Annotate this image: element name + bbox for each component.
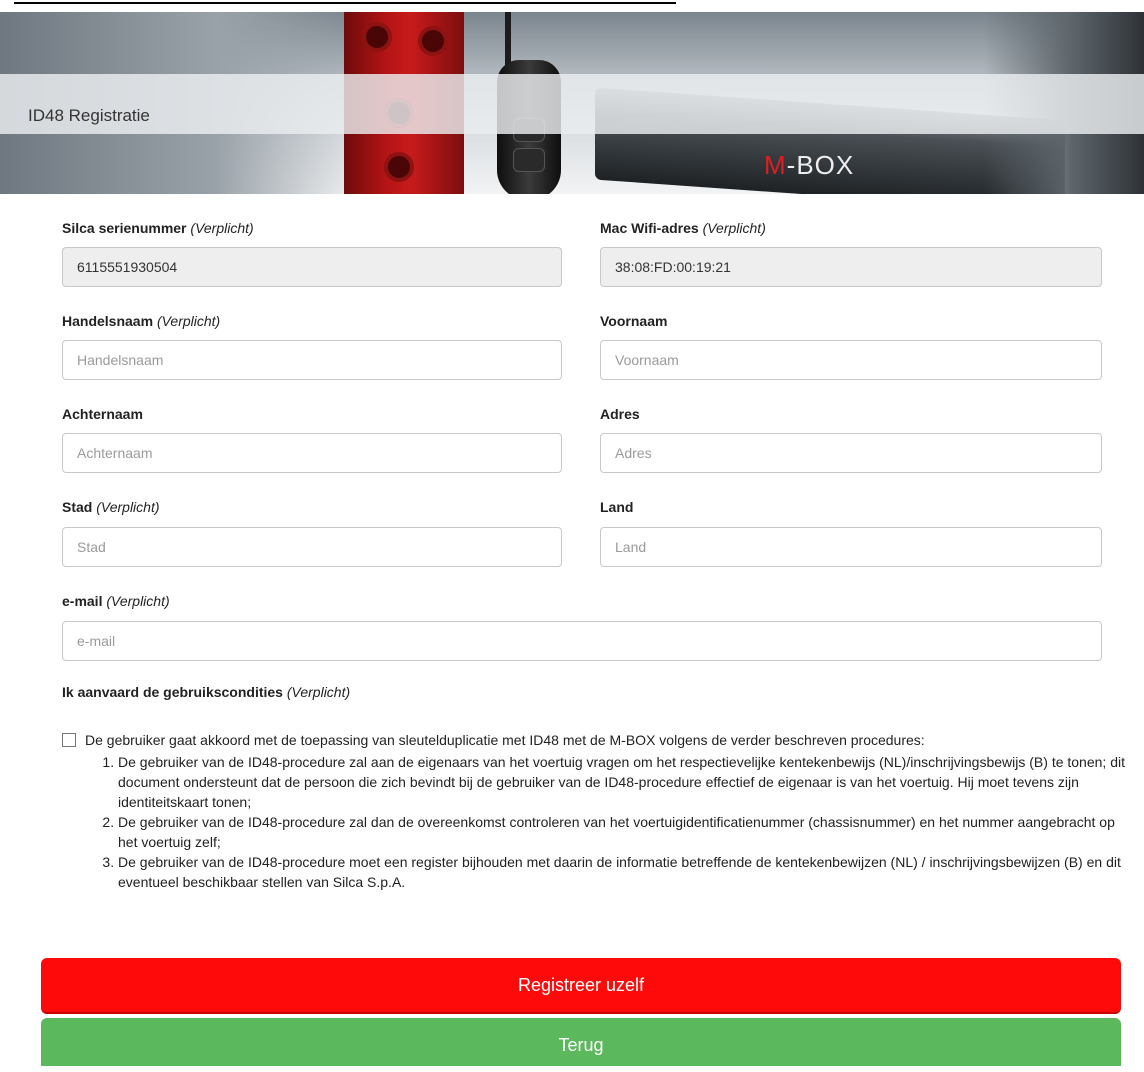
terms-checkbox[interactable] bbox=[62, 733, 76, 747]
first-name-label: Voornaam bbox=[600, 313, 668, 329]
mbox-logo: M-BOX bbox=[764, 150, 855, 180]
trade-name-input[interactable] bbox=[62, 340, 562, 380]
terms-item: De gebruiker van de ID48-procedure moet … bbox=[118, 852, 1134, 892]
city-label: Stad (Verplicht) bbox=[62, 499, 160, 515]
city-input[interactable] bbox=[62, 527, 562, 567]
serial-number-field bbox=[62, 247, 562, 287]
back-button[interactable]: Terug bbox=[41, 1018, 1121, 1066]
register-button[interactable]: Registreer uzelf bbox=[41, 958, 1121, 1014]
page-title: ID48 Registratie bbox=[28, 106, 150, 125]
last-name-input[interactable] bbox=[62, 433, 562, 473]
email-label: e-mail (Verplicht) bbox=[62, 593, 170, 609]
address-label: Adres bbox=[600, 406, 640, 422]
header-banner: M-BOX ID48 Registratie bbox=[0, 12, 1144, 194]
country-input[interactable] bbox=[600, 527, 1102, 567]
country-label: Land bbox=[600, 499, 634, 515]
terms-item: De gebruiker van de ID48-procedure zal d… bbox=[118, 812, 1134, 852]
email-input[interactable] bbox=[62, 621, 1102, 661]
title-strip bbox=[0, 74, 1144, 134]
trade-name-label: Handelsnaam (Verplicht) bbox=[62, 313, 221, 329]
terms-intro: De gebruiker gaat akkoord met de toepass… bbox=[85, 732, 925, 748]
first-name-input[interactable] bbox=[600, 340, 1102, 380]
last-name-label: Achternaam bbox=[62, 406, 143, 422]
serial-label: Silca serienummer (Verplicht) bbox=[62, 220, 254, 236]
mac-address-field bbox=[600, 247, 1102, 287]
top-divider bbox=[14, 2, 676, 4]
terms-title: Ik aanvaard de gebruikscondities (Verpli… bbox=[62, 684, 351, 700]
terms-list: De gebruiker van de ID48-procedure zal a… bbox=[92, 752, 1134, 892]
terms-item: De gebruiker van de ID48-procedure zal a… bbox=[118, 752, 1134, 812]
address-input[interactable] bbox=[600, 433, 1102, 473]
mac-label: Mac Wifi-adres (Verplicht) bbox=[600, 220, 766, 236]
